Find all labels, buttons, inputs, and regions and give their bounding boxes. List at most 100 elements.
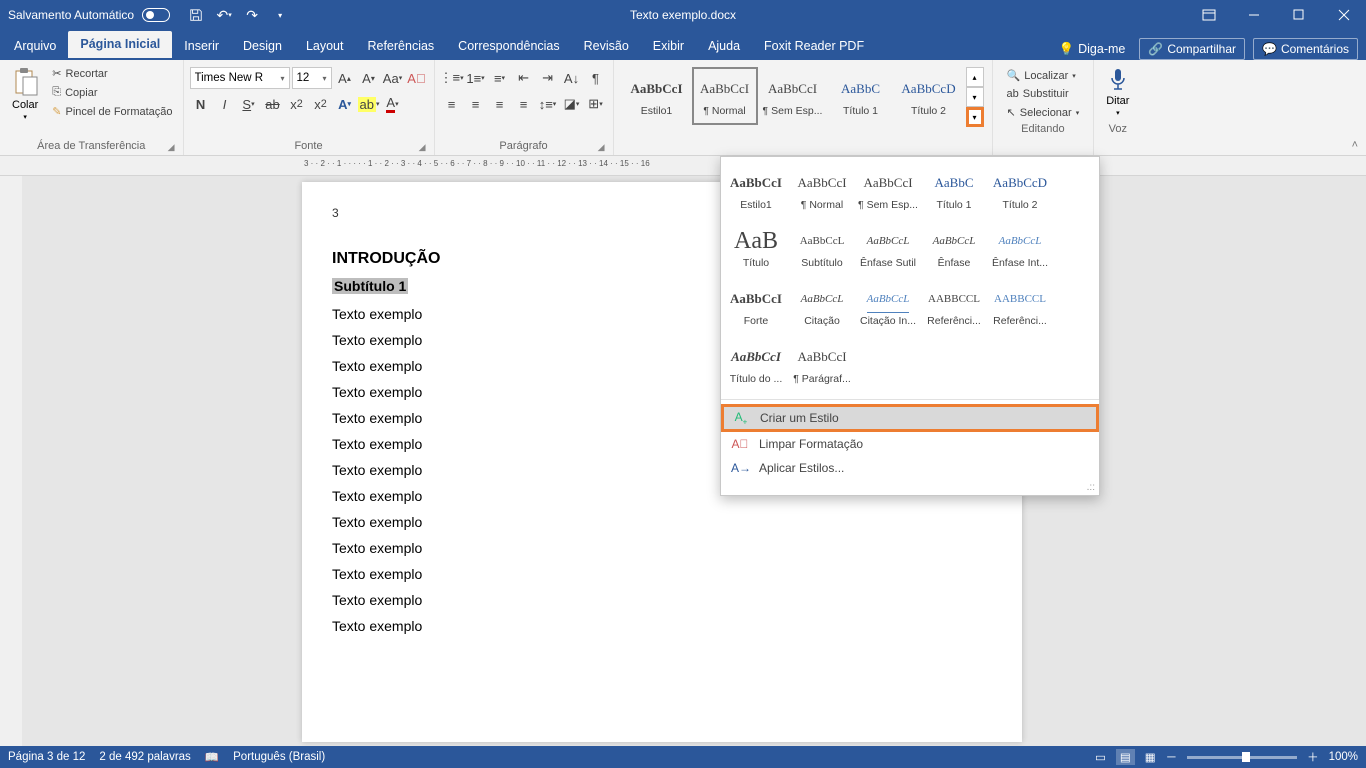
styles-scroll-up-icon[interactable]: ▴ <box>966 67 984 87</box>
create-style-menu-item[interactable]: A+ Criar um Estilo <box>721 404 1099 432</box>
bullets-icon[interactable]: ⋮≡▾ <box>441 67 463 89</box>
status-page[interactable]: Página 3 de 12 <box>8 751 85 763</box>
status-language[interactable]: Português (Brasil) <box>233 751 325 763</box>
tab-pagina-inicial[interactable]: Página Inicial <box>68 31 172 60</box>
clear-formatting-menu-item[interactable]: A⃠ Limpar Formatação <box>721 432 1099 456</box>
dictate-button[interactable]: Ditar ▾ <box>1100 63 1135 121</box>
numbering-icon[interactable]: 1≡▾ <box>465 67 487 89</box>
select-button[interactable]: ↖Selecionar▾ <box>1003 104 1084 121</box>
decrease-indent-icon[interactable]: ⇤ <box>513 67 535 89</box>
style-item[interactable]: AaBbCcDTítulo 2 <box>987 161 1053 219</box>
document-line[interactable]: Texto exemplo <box>332 514 992 530</box>
tab-arquivo[interactable]: Arquivo <box>2 33 68 60</box>
save-icon[interactable] <box>184 3 208 27</box>
comments-button[interactable]: 💬Comentários <box>1253 38 1358 60</box>
style-item[interactable]: AaBbCcLÊnfase Int... <box>987 219 1053 277</box>
align-left-icon[interactable]: ≡ <box>441 93 463 115</box>
tab-inserir[interactable]: Inserir <box>172 33 231 60</box>
zoom-out-icon[interactable]: － <box>1166 749 1178 765</box>
style-item[interactable]: AaBbCcIForte <box>723 277 789 335</box>
tab-layout[interactable]: Layout <box>294 33 356 60</box>
styles-more-button[interactable]: ▾ <box>966 107 984 127</box>
horizontal-ruler[interactable]: 3 · · 2 · · 1 · · · · · 1 · · 2 · · 3 · … <box>22 156 1366 175</box>
maximize-icon[interactable] <box>1276 0 1321 30</box>
tell-me-search[interactable]: 💡 Diga-me <box>1053 40 1132 59</box>
resize-grip-icon[interactable]: .:: <box>721 482 1099 495</box>
replace-button[interactable]: abSubstituir <box>1003 86 1084 102</box>
clear-formatting-icon[interactable]: A⃞ <box>406 67 428 89</box>
subscript-icon[interactable]: x2 <box>286 93 308 115</box>
tab-revisao[interactable]: Revisão <box>572 33 641 60</box>
document-line[interactable]: Texto exemplo <box>332 618 992 634</box>
tab-exibir[interactable]: Exibir <box>641 33 696 60</box>
borders-icon[interactable]: ⊞▾ <box>585 93 607 115</box>
bold-icon[interactable]: N <box>190 93 212 115</box>
tab-ajuda[interactable]: Ajuda <box>696 33 752 60</box>
zoom-slider[interactable] <box>1187 756 1297 759</box>
sort-icon[interactable]: A↓ <box>561 67 583 89</box>
style-item[interactable]: AABBCCLReferênci... <box>987 277 1053 335</box>
collapse-ribbon-icon[interactable]: ˄ <box>1352 139 1358 151</box>
tab-design[interactable]: Design <box>231 33 294 60</box>
apply-styles-menu-item[interactable]: A→ Aplicar Estilos... <box>721 456 1099 480</box>
close-icon[interactable] <box>1321 0 1366 30</box>
increase-font-icon[interactable]: A▴ <box>334 67 356 89</box>
zoom-level[interactable]: 100% <box>1329 751 1358 763</box>
format-painter-button[interactable]: ✎Pincel de Formatação <box>48 103 176 120</box>
style-item[interactable]: AaBbCcLSubtítulo <box>789 219 855 277</box>
decrease-font-icon[interactable]: A▾ <box>358 67 380 89</box>
italic-icon[interactable]: I <box>214 93 236 115</box>
read-mode-icon[interactable]: ▭ <box>1095 750 1106 764</box>
line-spacing-icon[interactable]: ↕≡▾ <box>537 93 559 115</box>
justify-icon[interactable]: ≡ <box>513 93 535 115</box>
multilevel-list-icon[interactable]: ≡▾ <box>489 67 511 89</box>
find-button[interactable]: 🔍Localizar▾ <box>1003 67 1084 84</box>
print-layout-icon[interactable]: ▤ <box>1116 749 1135 765</box>
zoom-in-icon[interactable]: ＋ <box>1307 749 1319 765</box>
style-item[interactable]: AaBbCcDTítulo 2 <box>896 67 962 125</box>
minimize-icon[interactable] <box>1231 0 1276 30</box>
undo-icon[interactable]: ↶▾ <box>212 3 236 27</box>
copy-button[interactable]: ⎘Copiar <box>48 84 176 101</box>
style-item[interactable]: AaBbCcLÊnfase Sutil <box>855 219 921 277</box>
styles-scroll-down-icon[interactable]: ▾ <box>966 87 984 107</box>
tab-referencias[interactable]: Referências <box>355 33 446 60</box>
dialog-launcher-icon[interactable]: ◢ <box>419 142 426 153</box>
shading-icon[interactable]: ◪▾ <box>561 93 583 115</box>
style-item[interactable]: AaBbCcI¶ Normal <box>789 161 855 219</box>
style-item[interactable]: AaBbCcI¶ Sem Esp... <box>760 67 826 125</box>
style-item[interactable]: AaBbCTítulo 1 <box>921 161 987 219</box>
style-item[interactable]: AaBbCcLCitação <box>789 277 855 335</box>
dialog-launcher-icon[interactable]: ◢ <box>168 142 175 153</box>
share-button[interactable]: 🔗Compartilhar <box>1139 38 1245 60</box>
web-layout-icon[interactable]: ▦ <box>1145 750 1156 764</box>
font-size-combo[interactable]: ▾ <box>292 67 332 89</box>
strikethrough-icon[interactable]: ab <box>262 93 284 115</box>
align-center-icon[interactable]: ≡ <box>465 93 487 115</box>
highlight-icon[interactable]: ab▾ <box>358 93 380 115</box>
tab-correspondencias[interactable]: Correspondências <box>446 33 571 60</box>
change-case-icon[interactable]: Aa▾ <box>382 67 404 89</box>
document-line[interactable]: Texto exemplo <box>332 566 992 582</box>
superscript-icon[interactable]: x2 <box>310 93 332 115</box>
autosave-toggle[interactable]: Salvamento Automático <box>0 8 178 22</box>
show-marks-icon[interactable]: ¶ <box>585 67 607 89</box>
paste-button[interactable]: Colar ▾ <box>6 63 44 125</box>
style-item[interactable]: AABBCCLReferênci... <box>921 277 987 335</box>
style-item[interactable]: AaBbCcLÊnfase <box>921 219 987 277</box>
font-color-icon[interactable]: A▾ <box>382 93 404 115</box>
ribbon-display-options-icon[interactable] <box>1186 0 1231 30</box>
style-item[interactable]: AaBbCcITítulo do ... <box>723 335 789 393</box>
document-area[interactable]: 3 INTRODUÇÃO Subtítulo 1 Texto exemploTe… <box>22 176 1366 746</box>
redo-icon[interactable]: ↷ <box>240 3 264 27</box>
style-item[interactable]: AaBbCcIEstilo1 <box>624 67 690 125</box>
dialog-launcher-icon[interactable]: ◢ <box>598 142 605 153</box>
style-item[interactable]: AaBbCcI¶ Sem Esp... <box>855 161 921 219</box>
font-name-input[interactable] <box>195 72 277 84</box>
style-item[interactable]: AaBbCTítulo 1 <box>828 67 894 125</box>
document-subheading[interactable]: Subtítulo 1 <box>332 278 408 294</box>
style-item[interactable]: AaBbCcI¶ Normal <box>692 67 758 125</box>
text-effects-icon[interactable]: A▾ <box>334 93 356 115</box>
style-item[interactable]: AaBTítulo <box>723 219 789 277</box>
style-item[interactable]: AaBbCcLCitação In... <box>855 277 921 335</box>
